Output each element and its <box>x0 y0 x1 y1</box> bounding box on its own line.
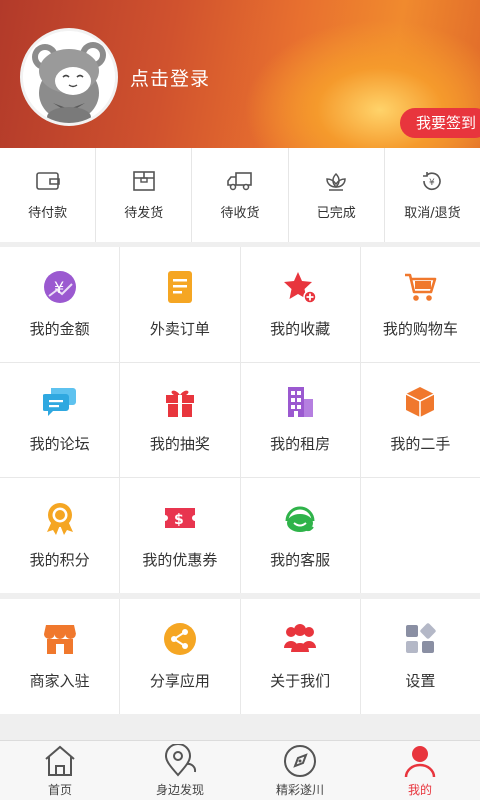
svg-text:¥: ¥ <box>429 178 435 188</box>
share-icon <box>163 623 196 655</box>
feature-grid: ¥ 我的金额 外卖订单 我的收藏 我的购物车 我的论坛 我的抽奖 我的租房 我的… <box>0 247 480 593</box>
daily-signin-button[interactable]: 我要签到 <box>400 108 480 138</box>
profile-header: 点击登录 我要签到 <box>0 0 480 148</box>
feature-my-forum[interactable]: 我的论坛 <box>0 362 120 478</box>
feature-my-rental[interactable]: 我的租房 <box>240 362 360 478</box>
tool-label: 商家入驻 <box>29 672 90 690</box>
star-icon <box>284 271 317 304</box>
box-icon <box>406 387 435 418</box>
feature-label: 我的购物车 <box>382 319 458 338</box>
nav-label: 身边发现 <box>155 783 204 797</box>
feature-label: 我的二手 <box>390 435 451 454</box>
nav-nearby-discover[interactable]: 身边发现 <box>120 741 240 800</box>
feature-label: 我的抽奖 <box>149 435 210 454</box>
person-icon <box>404 746 436 778</box>
order-label: 已完成 <box>316 205 356 221</box>
medal-icon <box>46 503 73 536</box>
settings-grid-icon <box>406 623 437 653</box>
order-status-bar: 待付款 待发货 待收货 已完成 ¥ 取消/退货 <box>0 148 480 242</box>
feature-takeout-orders[interactable]: 外卖订单 <box>120 247 240 362</box>
feature-label: 我的客服 <box>270 551 331 570</box>
tool-merchant-join[interactable]: 商家入驻 <box>0 599 120 714</box>
order-label: 待付款 <box>28 205 68 221</box>
order-label: 取消/退货 <box>404 205 461 221</box>
feature-my-coupons[interactable]: $ 我的优惠券 <box>120 478 240 593</box>
tool-label: 设置 <box>405 672 436 690</box>
tool-about-us[interactable]: 关于我们 <box>240 599 360 714</box>
nav-label: 我的 <box>407 783 432 797</box>
feature-my-cart[interactable]: 我的购物车 <box>360 247 480 362</box>
feature-empty-cell <box>360 478 480 593</box>
bear-mascot-avatar-icon <box>23 31 115 123</box>
order-label: 待发货 <box>124 205 164 221</box>
building-icon <box>288 387 314 418</box>
feature-my-favorites[interactable]: 我的收藏 <box>240 247 360 362</box>
order-icon <box>167 270 192 303</box>
order-pending-shipment[interactable]: 待发货 <box>96 148 193 242</box>
bottom-navigation: 首页 身边发现 精彩遂川 我的 <box>0 740 480 800</box>
gift-icon <box>165 391 194 418</box>
shop-icon <box>43 625 76 654</box>
feature-my-lottery[interactable]: 我的抽奖 <box>120 362 240 478</box>
money-icon: ¥ <box>43 270 76 303</box>
feature-my-balance[interactable]: ¥ 我的金额 <box>0 247 120 362</box>
order-completed[interactable]: 已完成 <box>289 148 385 242</box>
feature-customer-service[interactable]: 我的客服 <box>240 478 360 593</box>
order-label: 待收货 <box>220 205 260 221</box>
feature-my-points[interactable]: 我的积分 <box>0 478 120 593</box>
tool-label: 关于我们 <box>270 672 331 690</box>
home-icon <box>45 745 75 776</box>
group-icon <box>284 624 317 652</box>
feature-label: 外卖订单 <box>149 319 210 338</box>
nav-label: 首页 <box>47 783 72 797</box>
nav-label: 精彩遂川 <box>275 783 324 797</box>
svg-text:$: $ <box>174 512 184 528</box>
feature-label: 我的金额 <box>29 319 90 338</box>
nav-mine[interactable]: 我的 <box>360 741 480 800</box>
truck-icon <box>227 171 252 190</box>
user-avatar[interactable] <box>20 28 118 126</box>
headset-icon <box>285 506 315 533</box>
tool-label: 分享应用 <box>149 672 210 690</box>
nav-suichuan-highlights[interactable]: 精彩遂川 <box>240 741 360 800</box>
login-prompt[interactable]: 点击登录 <box>130 64 210 91</box>
order-pending-receipt[interactable]: 待收货 <box>192 148 289 242</box>
coupon-icon: $ <box>164 508 195 529</box>
wallet-icon <box>35 171 60 190</box>
lotus-check-icon <box>326 172 346 191</box>
package-icon <box>132 170 155 191</box>
refund-icon: ¥ <box>423 171 442 190</box>
location-icon <box>164 744 197 777</box>
nav-home[interactable]: 首页 <box>0 741 120 800</box>
feature-label: 我的论坛 <box>29 435 90 454</box>
tools-grid: 商家入驻 分享应用 关于我们 设置 <box>0 599 480 714</box>
cart-icon <box>405 273 437 301</box>
order-cancel-refund[interactable]: ¥ 取消/退货 <box>385 148 480 242</box>
feature-my-secondhand[interactable]: 我的二手 <box>360 362 480 478</box>
feature-label: 我的收藏 <box>270 319 331 338</box>
feature-label: 我的积分 <box>29 551 90 570</box>
chat-icon <box>42 388 76 417</box>
compass-icon <box>284 745 316 777</box>
order-pending-payment[interactable]: 待付款 <box>0 148 97 242</box>
feature-label: 我的租房 <box>270 435 331 454</box>
tool-share-app[interactable]: 分享应用 <box>120 599 240 714</box>
feature-label: 我的优惠券 <box>142 551 218 570</box>
tool-settings[interactable]: 设置 <box>360 599 480 714</box>
